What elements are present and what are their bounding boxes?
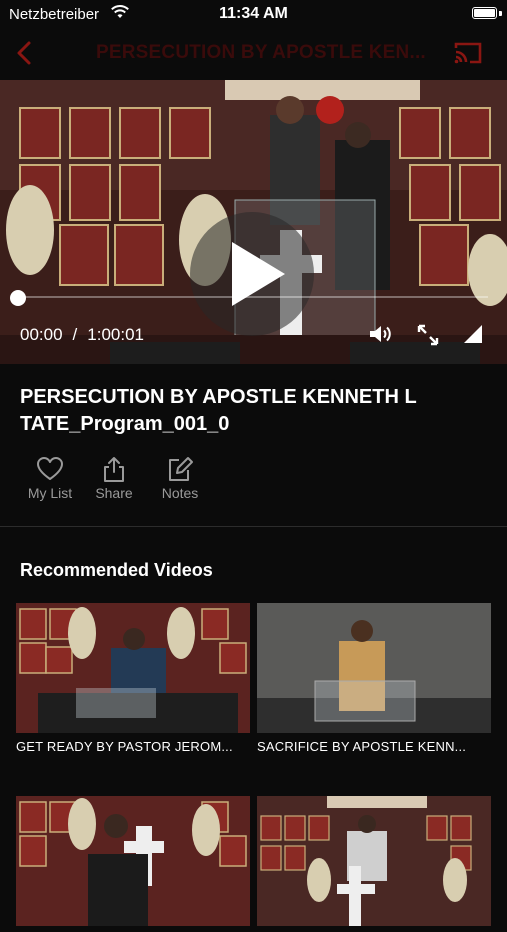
play-button[interactable] <box>190 212 314 336</box>
video-thumbnail <box>16 796 250 926</box>
nav-title: PERSECUTION BY APOSTLE KEN... <box>96 42 426 63</box>
notes-label: Notes <box>161 485 199 501</box>
recommended-heading: Recommended Videos <box>20 560 213 580</box>
video-player[interactable]: 00:00 / 1:00:01 <box>0 80 507 364</box>
video-title: PERSECUTION BY APOSTLE KENNETH L TATE_Pr… <box>20 386 417 435</box>
status-bar: Netzbetreiber 11:34 AM <box>0 0 507 30</box>
chevron-left-icon[interactable] <box>12 39 38 67</box>
time-display: 00:00 / 1:00:01 <box>20 325 144 345</box>
recommended-caption: SACRIFICE BY APOSTLE KENN... <box>257 739 467 754</box>
edit-icon <box>169 457 193 481</box>
recommended-item[interactable]: SACRIFICE BY APOSTLE KENN... <box>257 603 491 754</box>
recommended-caption: GET READY BY PASTOR JEROM... <box>16 739 233 754</box>
my-list-label: My List <box>27 485 73 501</box>
battery-icon <box>472 7 497 19</box>
progress-knob[interactable] <box>10 290 26 306</box>
volume-icon[interactable] <box>368 323 392 345</box>
signal-quality-icon[interactable] <box>462 323 484 345</box>
video-thumbnail <box>257 603 491 733</box>
share-button[interactable]: Share <box>82 456 146 501</box>
time-separator: / <box>72 325 78 344</box>
battery-nub <box>499 11 502 16</box>
recommended-item[interactable]: GET READY BY PASTOR JEROM... <box>16 603 250 754</box>
nav-bar: PERSECUTION BY APOSTLE KEN... <box>0 30 507 76</box>
fullscreen-icon[interactable] <box>416 323 440 347</box>
video-thumbnail <box>16 603 250 733</box>
share-icon <box>104 457 124 482</box>
share-label: Share <box>95 485 133 501</box>
video-thumbnail <box>257 796 491 926</box>
recommended-item[interactable] <box>16 796 250 932</box>
recommended-item[interactable] <box>257 796 491 932</box>
divider <box>0 526 507 527</box>
clock: 11:34 AM <box>219 5 288 22</box>
play-icon <box>232 242 285 306</box>
current-time: 00:00 <box>20 325 63 344</box>
notes-button[interactable]: Notes <box>148 456 212 501</box>
cast-icon[interactable] <box>453 40 483 66</box>
my-list-button[interactable]: My List <box>18 456 82 501</box>
duration: 1:00:01 <box>87 325 145 344</box>
progress-track[interactable] <box>18 296 488 298</box>
heart-icon <box>37 457 63 480</box>
